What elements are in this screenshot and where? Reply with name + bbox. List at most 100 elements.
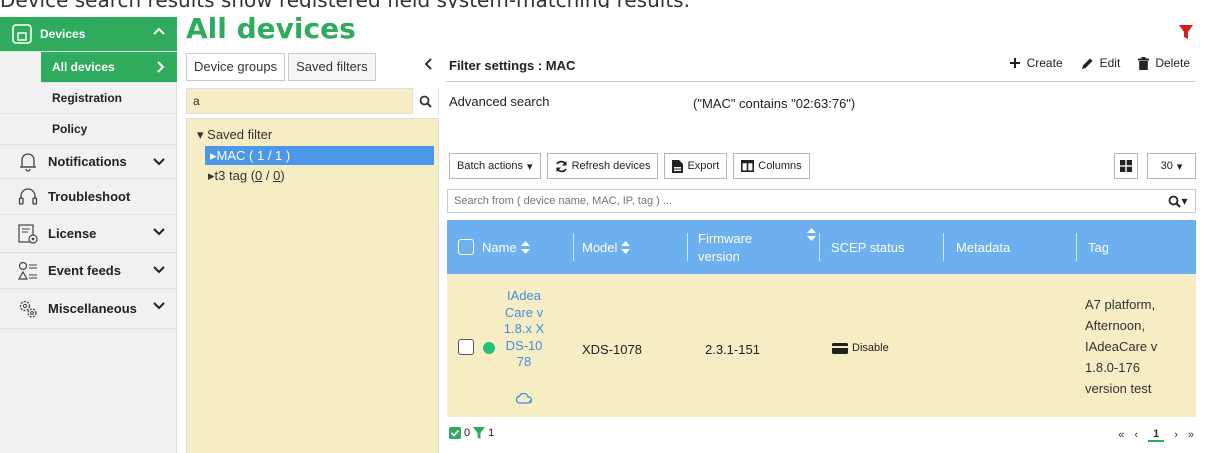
filter-search-box[interactable]: a — [186, 88, 439, 114]
caret-down-icon: ▾ — [1181, 194, 1188, 208]
refresh-label: Refresh devices — [571, 160, 651, 172]
last-page-button[interactable]: » — [1188, 429, 1194, 441]
page-title: All devices — [186, 12, 356, 45]
scep-status-label: Disable — [852, 342, 889, 354]
filter-search-value[interactable]: a — [187, 94, 412, 108]
tree-item-count-close: ) — [280, 168, 285, 183]
header-label: Tag — [1088, 239, 1109, 255]
sidebar-item-troubleshoot[interactable]: Troubleshoot — [0, 179, 177, 215]
sort-icon[interactable] — [520, 240, 530, 254]
sidebar-item-event-feeds[interactable]: Event feeds — [0, 253, 177, 289]
chevron-down-icon — [153, 224, 165, 239]
edit-label: Edit — [1099, 56, 1121, 70]
bell-icon — [16, 150, 40, 174]
devices-icon — [10, 22, 34, 46]
chevron-up-icon — [153, 26, 165, 40]
batch-actions-button[interactable]: Batch actions ▾ — [449, 153, 541, 179]
tree-item-count: ( 1 / 1 ) — [249, 148, 291, 163]
table-header: Name Model Firmware version SCEP status … — [447, 220, 1196, 274]
gears-icon — [16, 297, 40, 321]
columns-label: Columns — [758, 160, 802, 172]
sidebar-item-policy[interactable]: Policy — [0, 114, 177, 145]
checked-count: 0 — [464, 427, 471, 439]
sort-icon[interactable] — [807, 228, 816, 241]
sidebar-item-label: Policy — [52, 122, 88, 136]
tab-saved-filters[interactable]: Saved filters — [288, 53, 376, 81]
tree-root-label: Saved filter — [207, 127, 273, 142]
advanced-search-value: ("MAC" contains "02:63:76") — [693, 96, 856, 111]
column-divider — [687, 233, 688, 261]
tab-device-groups[interactable]: Device groups — [186, 53, 286, 81]
tree-item-t3-tag[interactable]: ▸t3 tag (0 / 0) — [208, 168, 285, 184]
current-page[interactable]: 1 — [1148, 428, 1165, 442]
column-header-scep[interactable]: SCEP status — [831, 220, 904, 274]
filter-actions: Create Edit Delete — [1009, 56, 1190, 70]
grid-view-button[interactable] — [1114, 153, 1138, 179]
sidebar-item-notifications[interactable]: Notifications — [0, 145, 177, 179]
caret-down-icon: ▾ — [197, 127, 204, 142]
sidebar-item-registration[interactable]: Registration — [0, 83, 177, 114]
create-button[interactable]: Create — [1009, 56, 1063, 70]
search-icon — [1169, 195, 1182, 208]
column-header-tag[interactable]: Tag — [1088, 220, 1109, 274]
delete-button[interactable]: Delete — [1138, 56, 1190, 70]
refresh-devices-button[interactable]: Refresh devices — [546, 153, 659, 179]
sidebar-item-license[interactable]: License — [0, 215, 177, 253]
device-firmware: 2.3.1-151 — [705, 342, 760, 357]
license-icon — [16, 222, 40, 246]
column-divider — [1076, 233, 1077, 261]
columns-icon — [741, 160, 755, 172]
sort-icon[interactable] — [621, 240, 631, 254]
row-checkbox[interactable] — [458, 339, 474, 355]
sidebar-item-label: Troubleshoot — [48, 189, 131, 204]
column-header-firmware[interactable]: Firmware version — [698, 220, 790, 274]
caret-down-icon: ▾ — [527, 160, 533, 173]
column-header-metadata[interactable]: Metadata — [956, 220, 1010, 274]
device-tags: A7 platform, Afternoon, IAdeaCare v 1.8.… — [1085, 297, 1158, 396]
tree-item-mac[interactable]: ▸MAC ( 1 / 1 ) — [205, 146, 434, 165]
sidebar: Devices All devices Registration Policy … — [0, 17, 177, 453]
collapse-panel-icon[interactable] — [424, 58, 434, 73]
prev-page-button[interactable]: ‹ — [1134, 429, 1138, 441]
headset-icon — [16, 185, 40, 209]
per-page-select[interactable]: 30 ▾ — [1147, 153, 1196, 179]
columns-button[interactable]: Columns — [733, 153, 810, 179]
sidebar-item-label: Devices — [40, 27, 86, 41]
column-divider — [819, 233, 820, 261]
next-page-button[interactable]: › — [1174, 429, 1178, 441]
tree-item-count-sep: / — [262, 168, 274, 183]
trash-icon — [1138, 56, 1150, 70]
header-label: Firmware version — [698, 231, 753, 264]
edit-button[interactable]: Edit — [1081, 56, 1121, 70]
search-icon[interactable] — [412, 88, 438, 114]
create-label: Create — [1026, 56, 1063, 70]
header-label: Metadata — [956, 239, 1011, 255]
grid-icon — [1120, 160, 1132, 172]
tree-root[interactable]: ▾ Saved filter — [197, 127, 272, 143]
header-label: Model — [582, 239, 618, 255]
per-page-value: 30 — [1160, 160, 1173, 172]
filter-funnel-icon[interactable] — [1178, 24, 1194, 43]
tree-item-name: t3 tag — [214, 168, 248, 183]
credit-card-icon — [832, 342, 848, 354]
header-label: Name — [482, 239, 517, 255]
chevron-right-icon — [155, 61, 165, 76]
filter-funnel-icon — [473, 427, 486, 439]
column-header-name[interactable]: Name — [458, 220, 530, 274]
device-name-link[interactable]: IAdeaCare v1.8.x XDS-1078 — [503, 288, 545, 371]
column-divider — [573, 233, 574, 261]
sidebar-item-devices[interactable]: Devices — [0, 17, 177, 52]
sidebar-item-label: Notifications — [48, 154, 127, 169]
sidebar-item-label: Event feeds — [48, 263, 121, 278]
first-page-button[interactable]: « — [1118, 429, 1124, 441]
sidebar-item-all-devices[interactable]: All devices — [41, 52, 177, 83]
search-options-button[interactable]: ▾ — [1161, 194, 1195, 208]
device-model: XDS-1078 — [582, 342, 642, 357]
sidebar-item-miscellaneous[interactable]: Miscellaneous — [0, 289, 177, 329]
table-row[interactable]: IAdeaCare v1.8.x XDS-1078 XDS-1078 2.3.1… — [447, 274, 1196, 417]
export-button[interactable]: Export — [664, 153, 728, 179]
select-all-checkbox[interactable] — [458, 239, 474, 255]
column-header-model[interactable]: Model — [582, 220, 631, 274]
device-search-input[interactable] — [448, 190, 1161, 212]
cropped-top-text: Device search results show registered fi… — [0, 0, 1206, 8]
